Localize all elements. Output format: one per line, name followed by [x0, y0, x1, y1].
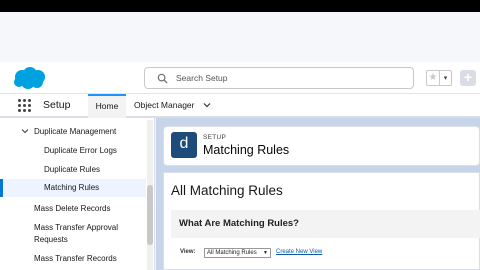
sidebar-scrollbar-thumb[interactable] — [147, 185, 153, 245]
app-name: Setup — [43, 99, 71, 111]
tab-object-manager[interactable]: Object Manager — [130, 94, 216, 118]
search-placeholder: Search Setup — [176, 73, 228, 83]
app-launcher-icon[interactable] — [18, 99, 32, 113]
sidebar-item-matching-rules[interactable]: Matching Rules — [0, 179, 146, 197]
browser-blank-area — [0, 12, 480, 62]
tab-home[interactable]: Home — [88, 94, 126, 118]
info-section-title[interactable]: What Are Matching Rules? — [179, 218, 299, 229]
sidebar-item-duplicate-error-logs[interactable]: Duplicate Error Logs — [44, 146, 117, 155]
page-title: Matching Rules — [203, 143, 290, 157]
top-black-band — [0, 0, 480, 12]
duplicate-management-icon: d — [171, 132, 197, 158]
view-label: View: — [180, 249, 196, 255]
content-title: All Matching Rules — [171, 183, 283, 198]
chevron-down-icon[interactable] — [21, 127, 29, 135]
favorites-dropdown-icon[interactable]: ▾ — [440, 70, 452, 86]
chevron-down-icon[interactable] — [203, 101, 211, 109]
sidebar-item-duplicate-rules[interactable]: Duplicate Rules — [44, 165, 100, 174]
chevron-down-icon: ▼ — [263, 250, 268, 256]
tab-object-manager-label: Object Manager — [134, 100, 195, 110]
view-select-value: All Matching Rules — [207, 250, 257, 256]
salesforce-logo-icon[interactable] — [10, 66, 50, 90]
page-eyebrow: SETUP — [203, 134, 227, 141]
app-nav-bar: Setup Home Object Manager — [0, 94, 480, 118]
search-input[interactable]: Search Setup — [144, 67, 414, 89]
sidebar-item-mass-transfer-approval[interactable]: Mass Transfer Approval — [34, 223, 118, 232]
sidebar-item-requests[interactable]: Requests — [34, 235, 68, 244]
view-select[interactable]: All Matching Rules ▼ — [204, 248, 271, 258]
screen: Search Setup ★ ▾ + Setup Home Object Man… — [0, 0, 480, 270]
favorites-star-icon[interactable]: ★ — [426, 70, 440, 86]
sidebar-item-label: Matching Rules — [44, 183, 100, 192]
create-new-view-link[interactable]: Create New View — [276, 249, 322, 255]
sidebar-item-mass-transfer-records[interactable]: Mass Transfer Records — [34, 254, 117, 263]
global-add-button[interactable]: + — [460, 70, 476, 86]
sidebar-group-duplicate-management[interactable]: Duplicate Management — [34, 127, 116, 136]
sidebar-item-mass-delete-records[interactable]: Mass Delete Records — [34, 204, 110, 213]
global-header: Search Setup ★ ▾ + — [0, 62, 480, 94]
search-icon — [157, 73, 168, 84]
